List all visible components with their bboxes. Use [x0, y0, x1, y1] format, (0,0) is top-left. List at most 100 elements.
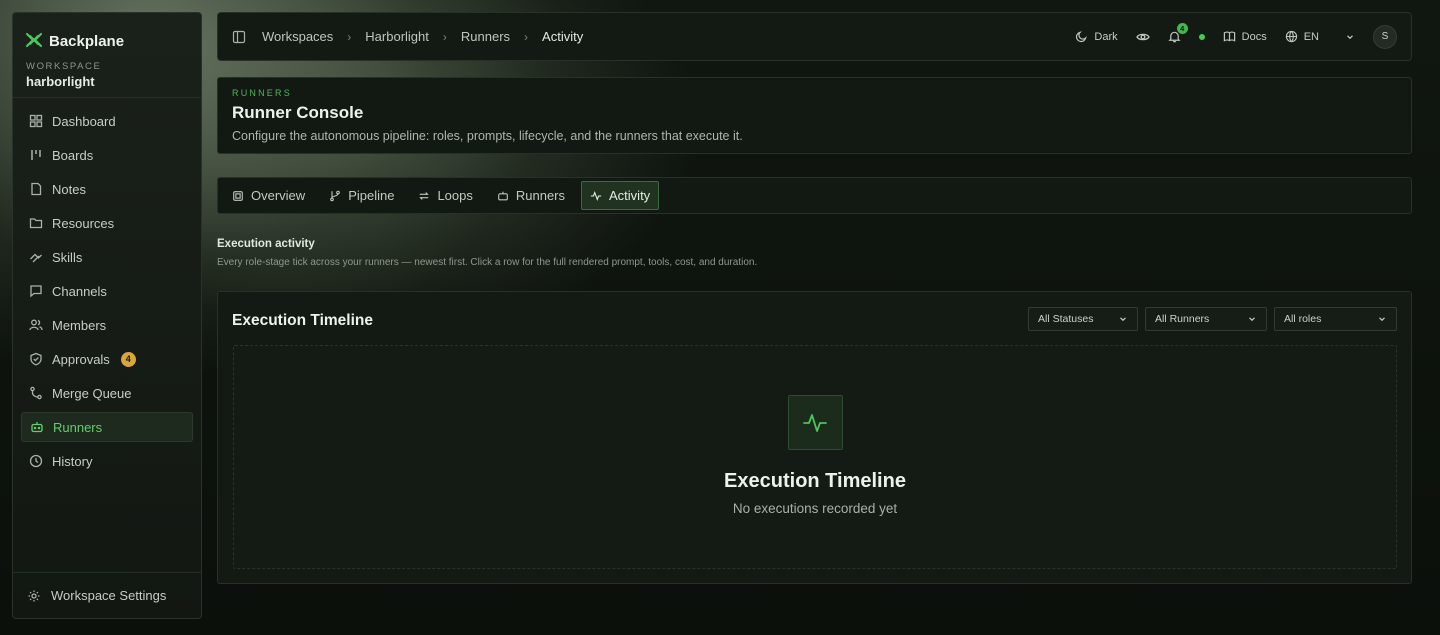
chat-icon [29, 284, 43, 298]
page-header: RUNNERS Runner Console Configure the aut… [217, 77, 1412, 154]
theme-toggle[interactable]: Dark [1075, 30, 1118, 43]
breadcrumb-runners[interactable]: Runners [461, 29, 510, 44]
workspace-name[interactable]: harborlight [13, 72, 201, 98]
sidebar-item-runners[interactable]: Runners [21, 412, 193, 442]
page-title: Runner Console [232, 103, 364, 122]
robot-icon [497, 190, 509, 202]
breadcrumb-harborlight[interactable]: Harborlight [365, 29, 429, 44]
online-status-dot [1198, 33, 1205, 40]
sidebar-toggle-icon[interactable] [232, 30, 246, 44]
chevron-down-icon [1377, 314, 1387, 324]
sidebar: Backplane WORKSPACE harborlight Dashboar… [12, 12, 202, 619]
eye-icon [1135, 30, 1150, 44]
role-filter-value: All roles [1284, 313, 1322, 325]
panel-title: Execution Timeline [232, 312, 373, 329]
activity-icon [787, 395, 843, 450]
sidebar-item-resources[interactable]: Resources [21, 208, 193, 238]
breadcrumb-activity: Activity [542, 29, 584, 44]
breadcrumb-workspaces[interactable]: Workspaces [262, 29, 333, 44]
section-title: Execution activity [217, 238, 315, 250]
repeat-icon [418, 190, 430, 202]
tab-runners[interactable]: Runners [489, 181, 573, 210]
tab-pipeline[interactable]: Pipeline [321, 181, 402, 210]
tab-overview[interactable]: Overview [224, 181, 313, 210]
tab-bar: Overview Pipeline Loops Runners Activity [217, 177, 1412, 214]
sidebar-item-label: Approvals [52, 351, 110, 367]
page-eyebrow: RUNNERS [232, 88, 292, 98]
status-filter-select[interactable]: All Statuses [1028, 307, 1138, 331]
language-select[interactable]: EN [1285, 30, 1355, 43]
sidebar-item-merge-queue[interactable]: Merge Queue [21, 378, 193, 408]
empty-state-title: Execution Timeline [724, 470, 906, 492]
sidebar-item-label: Boards [52, 147, 94, 163]
chevron-right-icon: › [347, 29, 352, 44]
sidebar-item-label: Channels [52, 283, 107, 299]
sidebar-item-label: Resources [52, 215, 115, 231]
sidebar-item-channels[interactable]: Channels [21, 276, 193, 306]
preview-button[interactable] [1135, 30, 1150, 44]
users-icon [29, 318, 43, 332]
dashboard-icon [29, 114, 43, 128]
sidebar-nav: Dashboard Boards Notes Resources Skills … [13, 98, 201, 572]
merge-icon [29, 386, 43, 400]
sidebar-item-boards[interactable]: Boards [21, 140, 193, 170]
activity-icon [590, 190, 602, 202]
tab-loops[interactable]: Loops [410, 181, 480, 210]
language-label: EN [1303, 30, 1319, 43]
git-branch-icon [329, 190, 341, 202]
chevron-down-icon [1247, 314, 1257, 324]
backplane-logo-icon [25, 32, 43, 50]
tab-activity[interactable]: Activity [581, 181, 660, 210]
role-filter-select[interactable]: All roles [1274, 307, 1397, 331]
docs-link[interactable]: Docs [1223, 30, 1267, 43]
boards-icon [29, 148, 43, 162]
sidebar-item-label: Notes [52, 181, 86, 197]
topbar: Workspaces › Harborlight › Runners › Act… [217, 12, 1412, 61]
skills-icon [29, 250, 43, 264]
chevron-down-icon [1118, 314, 1128, 324]
sidebar-item-dashboard[interactable]: Dashboard [21, 106, 193, 136]
sidebar-item-label: Members [52, 317, 107, 333]
notes-icon [29, 182, 43, 196]
tab-label: Runners [515, 188, 566, 203]
workspace-label: WORKSPACE [26, 61, 102, 72]
book-icon [1223, 30, 1236, 43]
sidebar-item-notes[interactable]: Notes [21, 174, 193, 204]
globe-icon [1285, 30, 1298, 43]
sidebar-item-label: Dashboard [52, 113, 116, 129]
robot-icon [30, 420, 44, 434]
runner-filter-value: All Runners [1155, 313, 1210, 325]
moon-icon [1075, 30, 1088, 43]
workspace-settings-label: Workspace Settings [51, 588, 167, 603]
execution-timeline-panel: Execution Timeline All Statuses All Runn… [217, 291, 1412, 584]
tab-label: Pipeline [348, 188, 395, 203]
docs-label: Docs [1241, 30, 1267, 43]
empty-state: Execution Timeline No executions recorde… [233, 345, 1397, 569]
folder-icon [29, 216, 43, 230]
timeline-filters: All Statuses All Runners All roles [1028, 307, 1397, 331]
theme-label: Dark [1094, 30, 1118, 43]
brand[interactable]: Backplane [13, 13, 201, 55]
gear-icon [27, 589, 41, 603]
runner-filter-select[interactable]: All Runners [1145, 307, 1267, 331]
tab-label: Loops [437, 188, 473, 203]
sidebar-item-members[interactable]: Members [21, 310, 193, 340]
page-description: Configure the autonomous pipeline: roles… [232, 129, 743, 143]
notification-badge: 4 [1176, 23, 1188, 34]
tab-label: Activity [609, 188, 651, 203]
sidebar-item-approvals[interactable]: Approvals 4 [21, 344, 193, 374]
notifications-button[interactable]: 4 [1168, 23, 1188, 43]
workspace-settings-button[interactable]: Workspace Settings [13, 572, 201, 618]
chevron-right-icon: › [442, 29, 447, 44]
shield-icon [29, 352, 43, 366]
sidebar-item-history[interactable]: History [21, 446, 193, 476]
sidebar-item-label: History [52, 453, 93, 469]
empty-state-subtitle: No executions recorded yet [732, 501, 898, 516]
breadcrumb: Workspaces › Harborlight › Runners › Act… [262, 29, 583, 44]
chevron-down-icon [1345, 32, 1355, 42]
sidebar-item-label: Runners [53, 419, 103, 435]
sidebar-item-label: Merge Queue [52, 385, 132, 401]
avatar[interactable]: S [1373, 24, 1397, 49]
tab-label: Overview [251, 188, 306, 203]
sidebar-item-skills[interactable]: Skills [21, 242, 193, 272]
